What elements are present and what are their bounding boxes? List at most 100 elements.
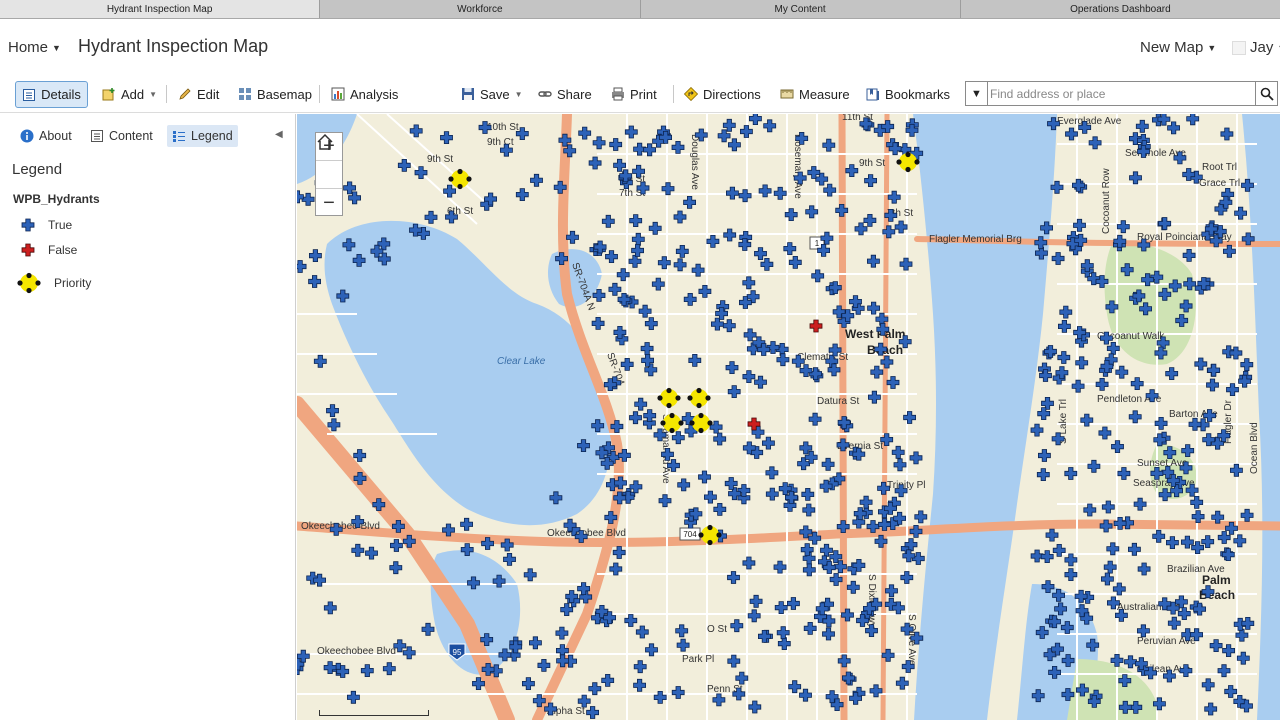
caret-down-icon: ▼: [971, 87, 982, 100]
hydrant-true-symbol: [21, 218, 35, 232]
add-button[interactable]: Add ▼: [98, 80, 161, 108]
app-header: Home ▼ Hydrant Inspection Map New Map ▼ …: [0, 19, 1280, 75]
search-icon: [1260, 87, 1274, 101]
analysis-button[interactable]: Analysis: [327, 80, 402, 108]
legend-true-label: True: [48, 218, 73, 232]
details-panel: About Content Legend ◀ Legend WPB_Hydran…: [0, 114, 296, 720]
legend-false-label: False: [48, 243, 78, 257]
directions-button[interactable]: Directions: [680, 80, 765, 108]
bookmarks-label: Bookmarks: [885, 86, 951, 102]
caret-down-icon: ▼: [52, 42, 61, 53]
save-label: Save: [480, 86, 510, 102]
legend-heading: Legend: [12, 161, 63, 178]
tab-legend-label: Legend: [191, 129, 233, 143]
label-o-st: O St: [707, 624, 727, 635]
label-okeechobee-sw: Okeechobee Blvd: [317, 646, 396, 657]
zoom-out-button[interactable]: −: [316, 189, 342, 217]
save-disk-icon: [462, 88, 474, 100]
home-icon: [317, 133, 333, 150]
sr704-shield-label: 704: [683, 530, 697, 539]
us1-shield-label: 1: [815, 239, 820, 248]
legend-item-true: True: [20, 216, 72, 234]
map-title: Hydrant Inspection Map: [78, 36, 269, 56]
collapse-panel-icon[interactable]: ◀: [275, 129, 283, 140]
ruler-icon: [780, 89, 794, 99]
label-9th-ct: 9th Ct: [487, 137, 514, 148]
details-label: Details: [41, 87, 81, 102]
details-icon: [23, 88, 36, 101]
edit-button[interactable]: Edit: [174, 80, 223, 108]
basemap-label: Basemap: [257, 86, 312, 102]
label-douglas: Douglas Ave: [689, 134, 700, 190]
browser-tab-hydrant-map[interactable]: Hydrant Inspection Map: [0, 0, 321, 18]
label-grace-trl: Grace Trl: [1199, 178, 1240, 189]
label-clematis: Clematis St: [797, 352, 848, 363]
share-label: Share: [557, 86, 592, 102]
share-button[interactable]: Share: [534, 80, 596, 108]
search-button[interactable]: [1255, 82, 1277, 105]
caret-down-icon: ▼: [1207, 42, 1217, 53]
label-9th-st-east: 9th St: [859, 158, 885, 169]
tab-about-label: About: [39, 129, 72, 143]
search-source-dropdown[interactable]: ▼: [966, 82, 988, 105]
label-root-trl: Root Trl: [1202, 162, 1237, 173]
basemap-button[interactable]: Basemap: [234, 80, 316, 108]
share-link-icon: [538, 91, 552, 97]
add-layer-icon: [102, 88, 115, 101]
basemap-grid-icon: [239, 88, 251, 100]
priority-symbol: [17, 272, 41, 294]
printer-icon: [612, 87, 624, 101]
label-park-pl: Park Pl: [682, 654, 714, 665]
print-label: Print: [630, 86, 657, 102]
content-icon: [91, 130, 103, 142]
home-menu[interactable]: Home ▼: [8, 39, 61, 56]
scale-bar: [319, 710, 429, 716]
toolbar-divider: [166, 85, 167, 103]
legend-item-false: False: [20, 241, 77, 259]
directions-icon: [684, 87, 698, 101]
analysis-label: Analysis: [350, 86, 399, 102]
details-button[interactable]: Details: [15, 81, 88, 108]
edit-label: Edit: [197, 86, 220, 102]
label-9th-st: 9th St: [427, 154, 453, 165]
label-10th-st: 10th St: [487, 122, 519, 133]
print-button[interactable]: Print: [607, 80, 661, 108]
label-ocean-blvd: Ocean Blvd: [1249, 422, 1260, 474]
legend-icon: [173, 131, 185, 142]
browser-tab-operations-dashboard[interactable]: Operations Dashboard: [960, 0, 1280, 18]
legend-item-priority: Priority: [16, 272, 92, 294]
measure-label: Measure: [799, 86, 850, 102]
map-toolbar: Details Add ▼ Edit Basemap Analysis Save…: [0, 75, 1280, 113]
toolbar-divider: [319, 85, 320, 103]
caret-down-icon: ▼: [149, 89, 158, 99]
info-icon: [20, 129, 34, 143]
new-map-label: New Map: [1140, 39, 1204, 56]
map-view[interactable]: 10th St 9th Ct 9th St 8th St 7th St 6th …: [297, 114, 1280, 720]
label-west-palm: West Palm: [845, 327, 905, 341]
measure-button[interactable]: Measure: [776, 80, 854, 108]
legend-priority-label: Priority: [54, 276, 92, 290]
i95-shield-label: 95: [453, 648, 462, 657]
bookmark-icon: [866, 88, 879, 101]
tab-content[interactable]: Content: [85, 125, 158, 147]
pencil-icon: [179, 88, 191, 100]
user-name: Jay: [1250, 39, 1274, 56]
avatar: [1232, 40, 1246, 55]
browser-tab-my-content[interactable]: My Content: [640, 0, 961, 18]
tab-about[interactable]: About: [15, 125, 77, 147]
home-extent-button[interactable]: [316, 133, 342, 189]
zoom-control: + −: [315, 132, 343, 216]
label-cocoanut-row: Cocoanut Row: [1101, 168, 1112, 234]
save-button[interactable]: Save ▼: [457, 80, 527, 108]
bookmarks-button[interactable]: Bookmarks: [862, 80, 954, 108]
address-search: ▼: [965, 81, 1278, 106]
label-flagler-bridge: Flagler Memorial Brg: [929, 234, 1022, 245]
legend-layer-name: WPB_Hydrants: [13, 192, 100, 206]
user-menu[interactable]: Jay ▼: [1232, 39, 1280, 56]
browser-tab-workforce[interactable]: Workforce: [320, 0, 641, 18]
search-input[interactable]: [990, 83, 1254, 104]
new-map-menu[interactable]: New Map ▼: [1140, 39, 1216, 56]
analysis-icon: [331, 87, 345, 101]
toolbar-divider: [673, 85, 674, 103]
tab-legend[interactable]: Legend: [167, 125, 238, 147]
